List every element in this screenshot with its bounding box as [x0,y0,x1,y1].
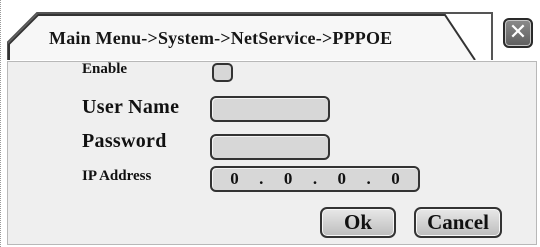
ip-address-label: IP Address [82,168,152,184]
dialog-titlebar: Main Menu->System->NetService->PPPOE ✕ [7,5,537,60]
ip-octet-3: 0 [337,169,347,188]
close-icon: ✕ [508,20,528,45]
username-field[interactable] [210,96,330,122]
username-label: User Name [82,96,180,118]
ip-dot-1: . [259,169,264,188]
breadcrumb: Main Menu->System->NetService->PPPOE [49,28,393,48]
password-label: Password [82,130,167,152]
password-field[interactable] [210,134,330,160]
ok-button[interactable]: Ok [320,207,396,238]
ip-octet-2: 0 [283,169,293,188]
ip-octet-4: 0 [391,169,400,188]
left-guide-line [0,0,3,247]
enable-label: Enable [82,61,128,77]
enable-checkbox[interactable] [212,63,233,82]
ip-address-field[interactable]: 0 . 0 . 0 . 0 [210,166,420,192]
cancel-button[interactable]: Cancel [414,207,502,238]
close-button[interactable]: ✕ [503,18,533,48]
ip-dot-2: . [312,169,318,188]
ip-octet-1: 0 [230,169,239,188]
ip-dot-3: . [366,169,371,188]
